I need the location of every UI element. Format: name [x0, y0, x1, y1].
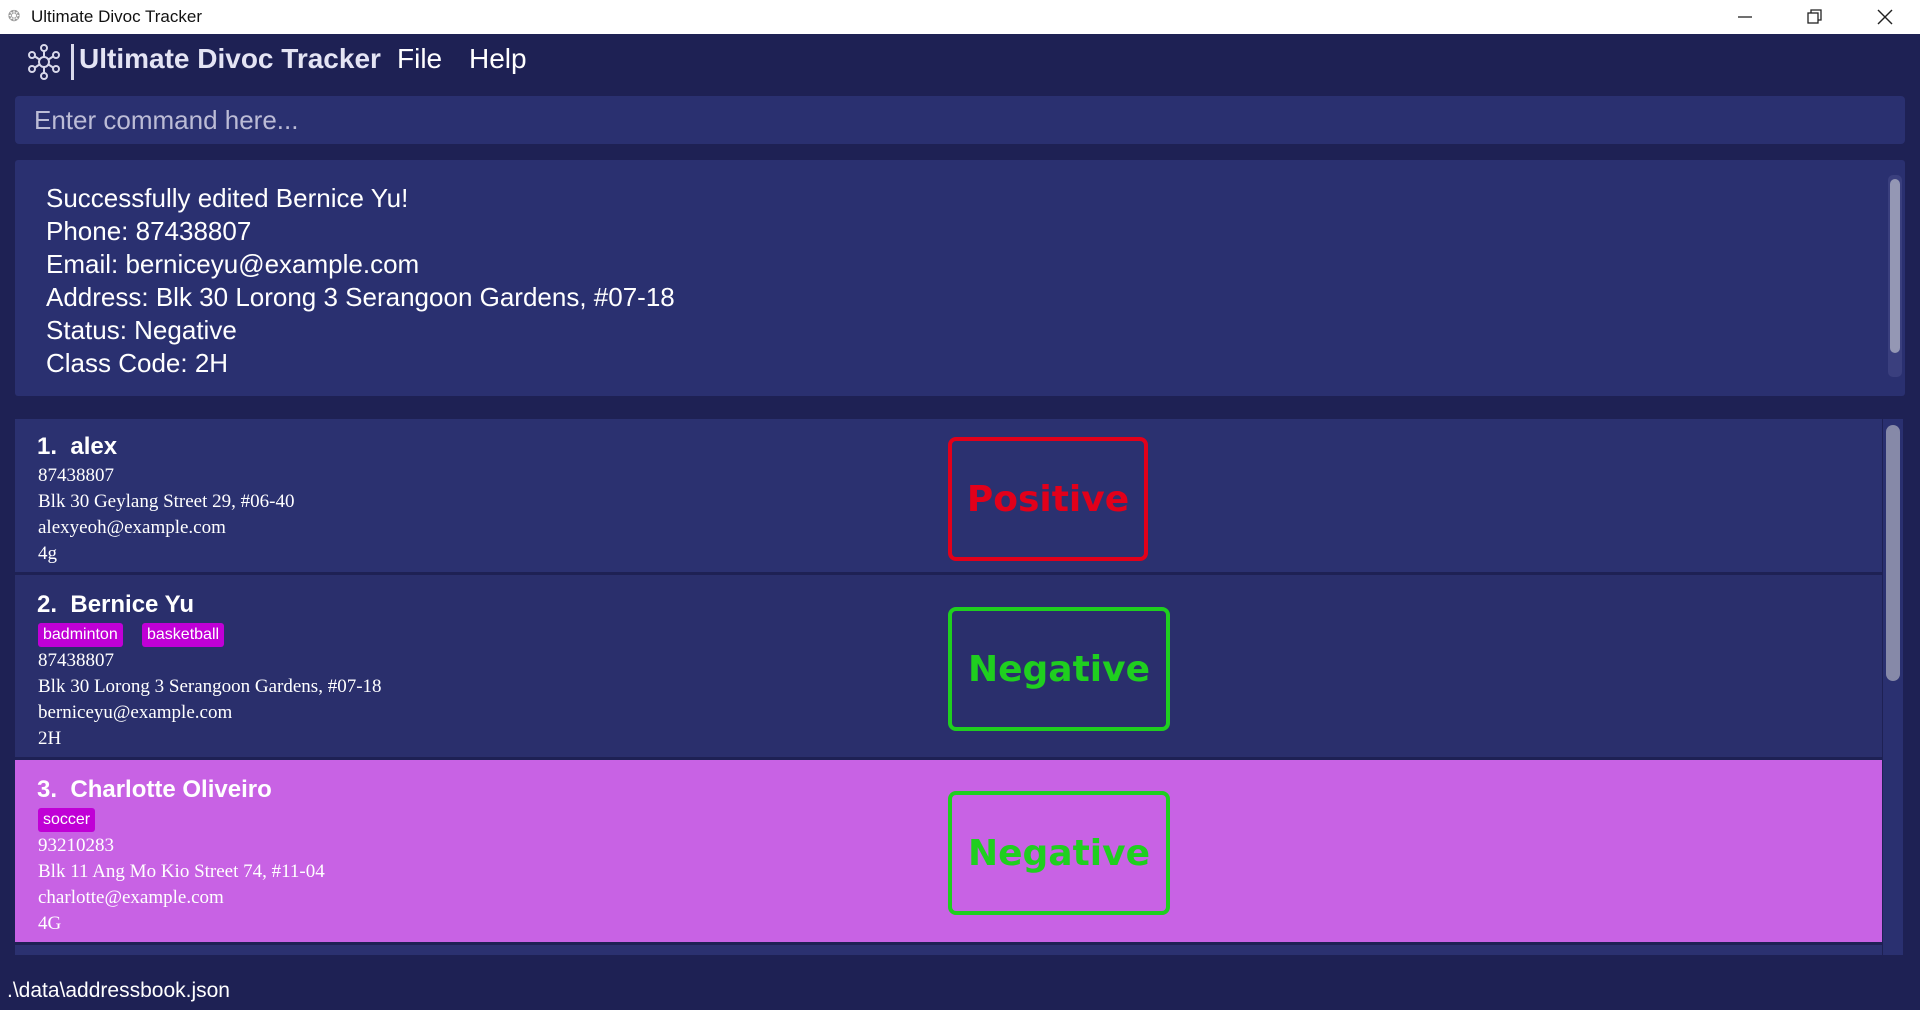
command-input[interactable]	[15, 96, 1905, 144]
list-scrollbar-thumb[interactable]	[1886, 425, 1900, 681]
close-icon	[1877, 9, 1893, 25]
person-email: berniceyu@example.com	[38, 702, 233, 723]
person-class-code: 2H	[38, 728, 62, 749]
person-phone: 93210283	[38, 835, 114, 856]
person-email: alexyeoh@example.com	[38, 517, 226, 538]
person-address: Blk 30 Geylang Street 29, #06-40	[38, 491, 295, 512]
menu-help[interactable]: Help	[469, 43, 527, 75]
tag: badminton	[38, 623, 123, 647]
person-address: Blk 11 Ang Mo Kio Street 74, #11-04	[38, 861, 325, 882]
person-email: charlotte@example.com	[38, 887, 224, 908]
person-name: 1. alex	[37, 433, 118, 460]
window-title: Ultimate Divoc Tracker	[31, 7, 202, 26]
logo-divider	[71, 44, 74, 80]
person-class-code: 4G	[38, 913, 62, 934]
menu-file[interactable]: File	[397, 43, 442, 75]
status-badge: Positive	[948, 437, 1148, 561]
data-file-path: .\data\addressbook.json	[7, 979, 230, 1002]
person-card[interactable]: 1. alex 87438807 Blk 30 Geylang Street 2…	[15, 419, 1882, 575]
list-scrollbar[interactable]	[1883, 419, 1903, 955]
person-name: 3. Charlotte Oliveiro	[37, 776, 272, 803]
result-display: Successfully edited Bernice Yu! Phone: 8…	[15, 160, 1905, 396]
restore-icon	[1807, 9, 1822, 24]
minimize-icon	[1738, 16, 1752, 18]
status-bar: .\data\addressbook.json	[0, 960, 1920, 1010]
person-address: Blk 30 Lorong 3 Serangoon Gardens, #07-1…	[38, 676, 382, 697]
restore-button[interactable]	[1780, 0, 1850, 34]
person-card[interactable]: 3. Charlotte Oliveiro soccer 93210283 Bl…	[15, 760, 1882, 945]
app-icon: ❂	[7, 7, 21, 25]
menubar: Ultimate Divoc Tracker File Help	[0, 34, 1920, 92]
tag: soccer	[38, 808, 96, 832]
close-button[interactable]	[1850, 0, 1920, 34]
status-badge: Negative	[948, 607, 1170, 731]
gear-network-logo	[28, 44, 60, 80]
person-phone: 87438807	[38, 465, 114, 486]
result-text: Successfully edited Bernice Yu! Phone: 8…	[46, 183, 675, 378]
person-card[interactable]	[15, 945, 1882, 955]
person-name: 2. Bernice Yu	[37, 591, 194, 618]
person-class-code: 4g	[38, 543, 57, 564]
status-badge: Negative	[948, 791, 1170, 915]
person-card[interactable]: 2. Bernice Yu badminton basketball 87438…	[15, 575, 1882, 760]
tag: basketball	[142, 623, 225, 647]
result-scrollbar[interactable]	[1888, 175, 1902, 377]
result-scrollbar-thumb[interactable]	[1890, 179, 1900, 353]
person-phone: 87438807	[38, 650, 114, 671]
minimize-button[interactable]	[1710, 0, 1780, 34]
app-brand-title: Ultimate Divoc Tracker	[79, 43, 381, 74]
window-titlebar: ❂ Ultimate Divoc Tracker	[0, 0, 1920, 34]
person-list: 1. alex 87438807 Blk 30 Geylang Street 2…	[15, 419, 1905, 955]
